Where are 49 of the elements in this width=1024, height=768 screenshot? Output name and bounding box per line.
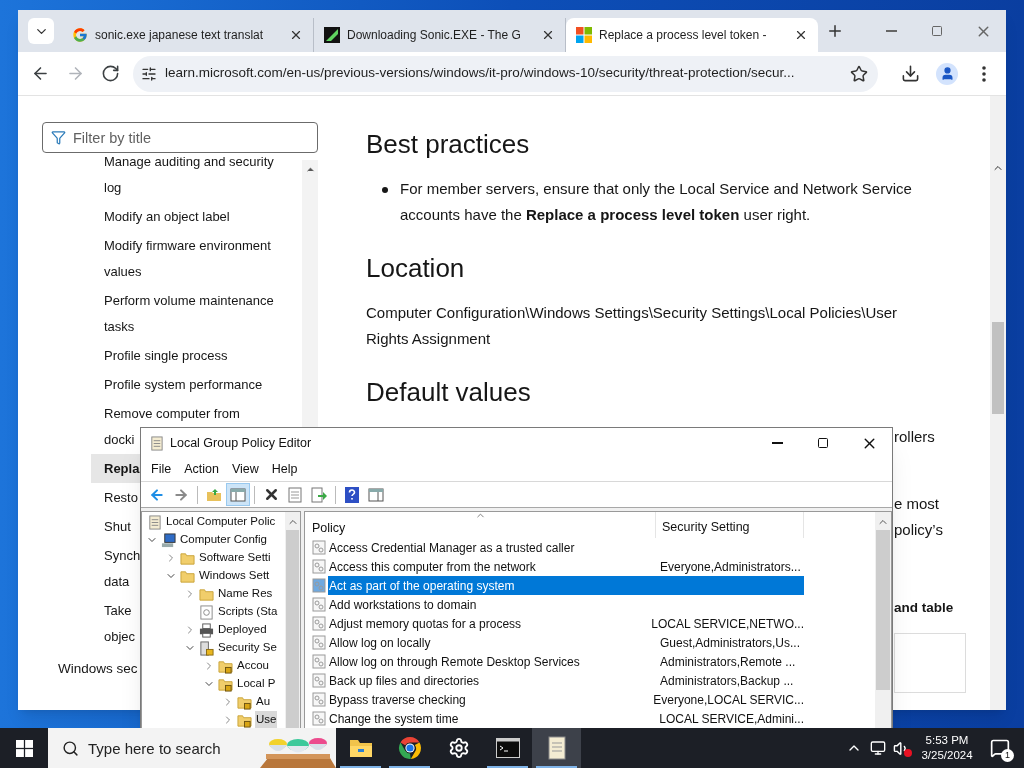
toc-item-line: Perform volume maintenance bbox=[104, 291, 274, 310]
policy-name: Change the system time bbox=[328, 710, 460, 728]
section-heading: Location bbox=[366, 252, 466, 285]
clock-date: 3/25/2024 bbox=[921, 748, 973, 763]
covered-text: and table bbox=[894, 599, 954, 617]
policy-name: Allow log on through Remote Desktop Services bbox=[328, 653, 581, 671]
toc-item-line: tasks bbox=[104, 317, 135, 336]
security-setting: LOCAL SERVICE,Admini... bbox=[658, 710, 804, 728]
tab-title: Downloading Sonic.EXE - The G bbox=[347, 27, 522, 44]
security-setting: LOCAL SERVICE,NETWO... bbox=[650, 615, 804, 633]
toc-item-line: Modify an object label bbox=[104, 207, 230, 226]
clock-time: 5:53 PM bbox=[925, 733, 969, 748]
policy-name: Adjust memory quotas for a process bbox=[328, 615, 523, 633]
policy-name: Bypass traverse checking bbox=[328, 691, 467, 709]
security-setting: Guest,Administrators,Us... bbox=[659, 634, 801, 652]
security-setting: Everyone,Administrators... bbox=[659, 558, 801, 576]
toc-item-line: Profile system performance bbox=[104, 375, 263, 394]
policy-name: Allow log on locally bbox=[328, 634, 432, 652]
bullet-text: For member servers, ensure that only the Local Service and Network Service accounts have the Replace a process level token user right. bbox=[400, 179, 913, 225]
section-heading: Default values bbox=[366, 376, 532, 409]
covered-text: rollers bbox=[894, 427, 935, 447]
tab-title: sonic.exe japanese text translat bbox=[95, 27, 265, 44]
toc-item-line: Profile single process bbox=[104, 346, 228, 365]
section-heading: Best practices bbox=[366, 128, 531, 161]
toc-item-line: objec bbox=[104, 627, 136, 646]
policy-name: Act as part of the operating system bbox=[328, 577, 516, 595]
tab-title: Replace a process level token - bbox=[599, 27, 768, 44]
policy-name: Access this computer from the network bbox=[328, 558, 537, 576]
covered-text: e most bbox=[894, 494, 939, 514]
covered-text: policy’s bbox=[894, 520, 943, 540]
policy-name: Back up files and directories bbox=[328, 672, 481, 690]
toc-item-line: values bbox=[104, 262, 142, 281]
toc-item-line: Manage auditing and security bbox=[104, 153, 274, 171]
location-path: Computer Configuration\Windows Settings\Security Settings\Local Policies\User Rights Assignment bbox=[366, 303, 899, 349]
url-text: learn.microsoft.com/en-us/previous-versions/windows/it-pro/windows-10/security/threat-protection/secur... bbox=[165, 64, 796, 83]
window-title: Local Group Policy Editor bbox=[170, 434, 312, 452]
toc-item-line: Take bbox=[104, 601, 132, 620]
toc-item-line: Modify firmware environment bbox=[104, 236, 271, 255]
toc-item-line: data bbox=[104, 572, 130, 591]
security-setting: Administrators,Backup ... bbox=[659, 672, 794, 690]
toc-item-line: Resto bbox=[104, 488, 138, 507]
toc-item-line: Repla bbox=[104, 459, 140, 478]
policy-name: Access Credential Manager as a trusted caller bbox=[328, 539, 576, 557]
notification-count: 1 bbox=[1001, 749, 1014, 762]
toc-item-line: Synch bbox=[104, 546, 141, 565]
security-setting: Everyone,LOCAL SERVIC... bbox=[652, 691, 804, 709]
toc-item-line: log bbox=[104, 178, 122, 197]
policy-name: Add workstations to domain bbox=[328, 596, 478, 614]
security-setting: Administrators,Remote ... bbox=[659, 653, 796, 671]
